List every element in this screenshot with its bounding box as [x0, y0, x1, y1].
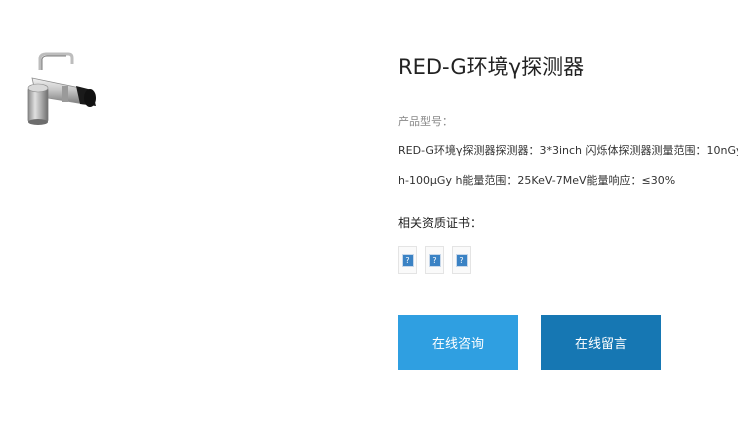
broken-image-icon: ?: [428, 253, 441, 267]
model-label: 产品型号：: [398, 115, 453, 128]
certificate-thumbnail[interactable]: ?: [398, 246, 417, 274]
product-detail-page: RED-G环境γ探测器 产品型号： RED-G环境γ探测器探测器：3*3inch…: [0, 0, 750, 443]
certificate-thumbnail[interactable]: ?: [425, 246, 444, 274]
online-message-button[interactable]: 在线留言: [541, 315, 661, 370]
certificate-thumbnail[interactable]: ?: [452, 246, 471, 274]
certificates-label: 相关资质证书：: [398, 216, 483, 230]
product-title: RED-G环境γ探测器: [398, 55, 585, 79]
detector-icon: [27, 52, 96, 125]
online-consult-button[interactable]: 在线咨询: [398, 315, 518, 370]
product-description-line-1: RED-G环境γ探测器探测器：3*3inch 闪烁体探测器测量范围：10nGy: [398, 144, 738, 157]
broken-image-icon: ?: [455, 253, 468, 267]
broken-image-icon: ?: [401, 253, 414, 267]
certificate-list: ? ? ?: [398, 246, 471, 274]
product-description-line-2: h-100μGy h能量范围：25KeV-7MeV能量响应：≤30%: [398, 174, 676, 187]
product-image: [10, 48, 102, 130]
